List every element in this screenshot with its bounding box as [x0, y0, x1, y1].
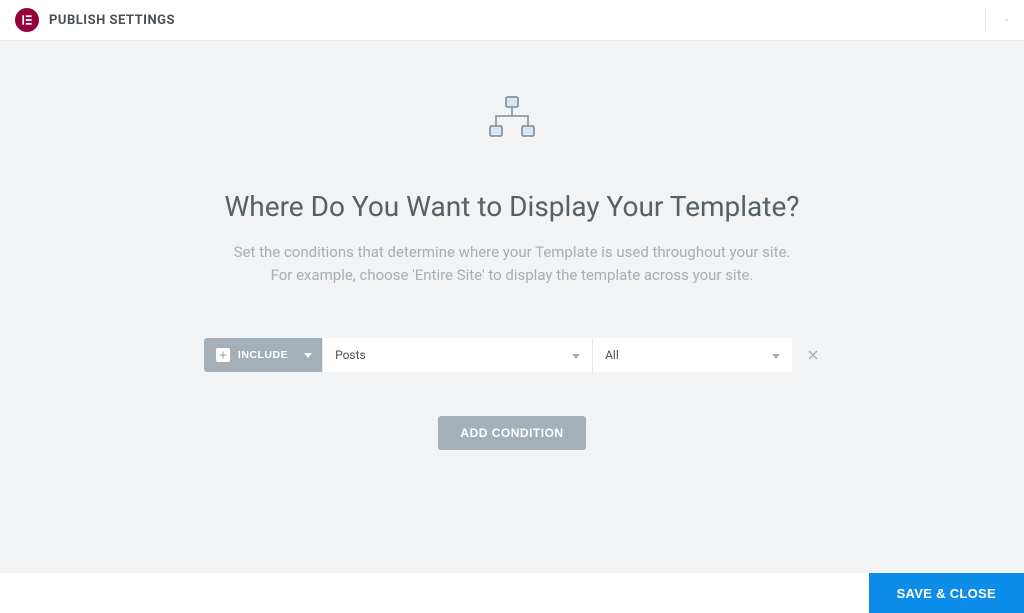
description-line-2: For example, choose 'Entire Site' to dis… — [234, 264, 791, 287]
close-icon — [806, 348, 820, 362]
header-title: PUBLISH SETTINGS — [49, 13, 175, 28]
condition-type-value: Posts — [335, 348, 366, 362]
main-content: Where Do You Want to Display Your Templa… — [0, 41, 1024, 573]
elementor-logo-icon — [15, 8, 39, 32]
close-icon — [1004, 13, 1009, 27]
add-condition-button[interactable]: ADD CONDITION — [438, 416, 585, 450]
sitemap-icon — [489, 96, 535, 142]
condition-type-select[interactable]: Posts — [322, 338, 592, 372]
save-close-button[interactable]: SAVE & CLOSE — [869, 573, 1024, 613]
main-title: Where Do You Want to Display Your Templa… — [224, 190, 799, 223]
condition-scope-select[interactable]: All — [592, 338, 792, 372]
dialog-footer: SAVE & CLOSE — [0, 573, 1024, 613]
chevron-down-icon — [772, 348, 780, 362]
chevron-down-icon — [572, 348, 580, 362]
include-label: INCLUDE — [238, 349, 288, 361]
dialog-header: PUBLISH SETTINGS — [0, 0, 1024, 41]
description-line-1: Set the conditions that determine where … — [234, 241, 791, 264]
include-toggle-button[interactable]: INCLUDE — [204, 338, 322, 372]
description-text: Set the conditions that determine where … — [234, 241, 791, 286]
close-button[interactable] — [985, 8, 1009, 32]
plus-icon — [216, 348, 230, 362]
chevron-down-icon — [304, 349, 312, 361]
remove-condition-button[interactable] — [806, 348, 820, 362]
header-left: PUBLISH SETTINGS — [15, 8, 175, 32]
condition-row: INCLUDE Posts All — [204, 338, 820, 372]
condition-scope-value: All — [605, 348, 619, 362]
